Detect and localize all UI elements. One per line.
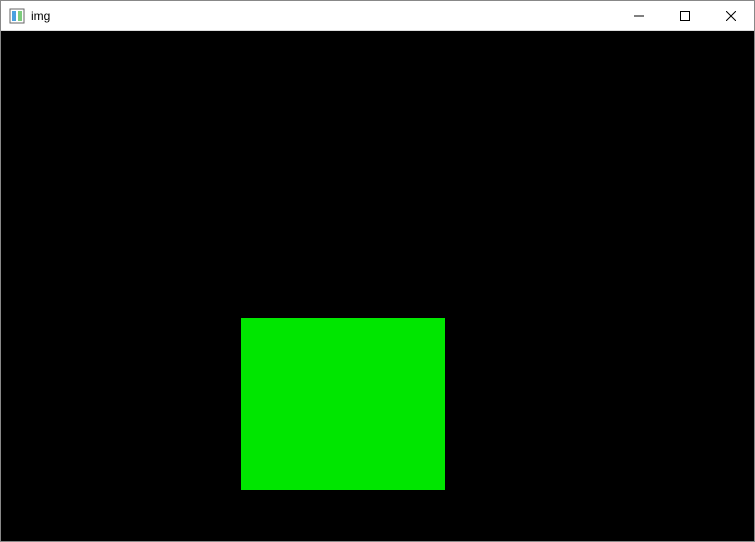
- image-canvas: [1, 31, 754, 541]
- minimize-button[interactable]: [616, 1, 662, 30]
- maximize-button[interactable]: [662, 1, 708, 30]
- app-icon: [9, 8, 25, 24]
- close-button[interactable]: [708, 1, 754, 30]
- titlebar[interactable]: img: [1, 1, 754, 31]
- app-window: img: [0, 0, 755, 542]
- green-rectangle: [241, 318, 445, 490]
- window-controls: [616, 1, 754, 30]
- window-title: img: [31, 9, 50, 23]
